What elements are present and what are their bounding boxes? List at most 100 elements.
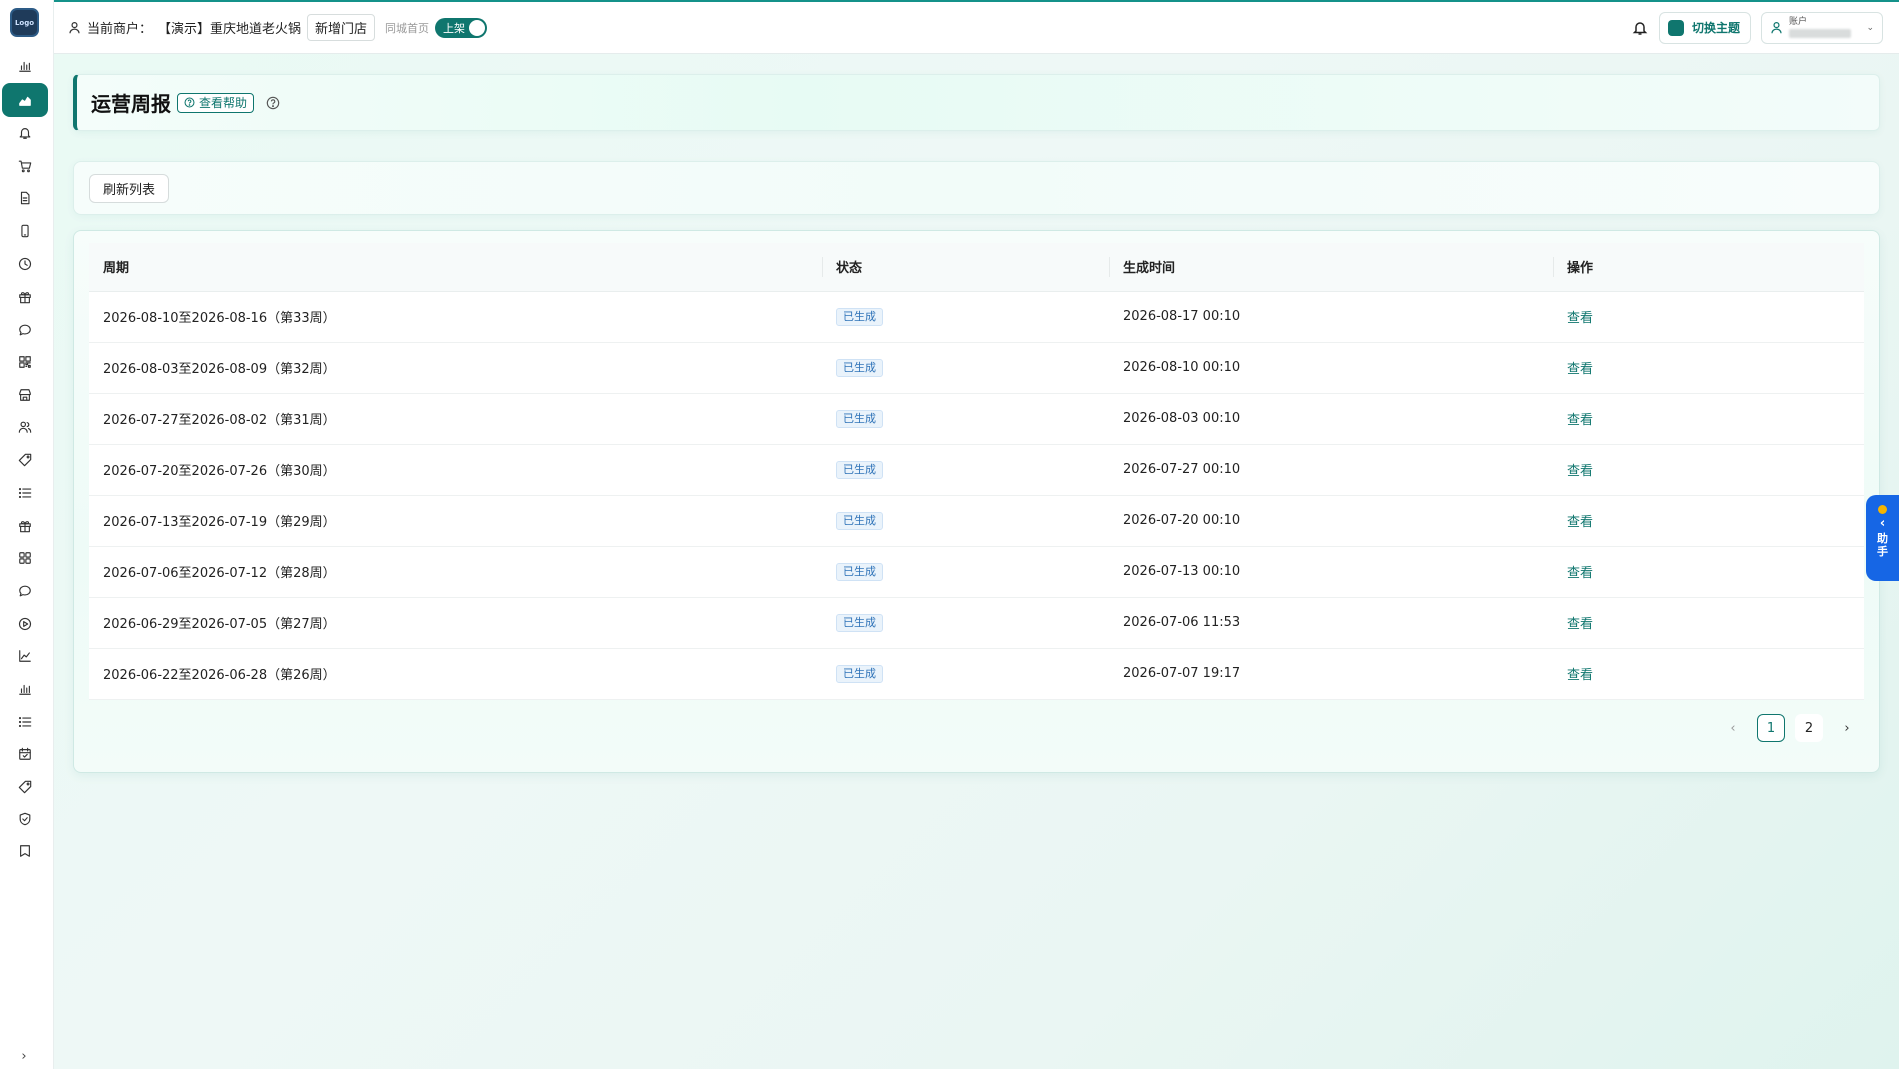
sidebar-item-4[interactable] xyxy=(2,149,48,183)
cell-period: 2026-07-13至2026-07-19（第29周） xyxy=(89,495,822,547)
cell-status: 已生成 xyxy=(822,495,1109,547)
sidebar-item-8[interactable] xyxy=(2,280,48,314)
assistant-tab[interactable]: ‹ 助手 xyxy=(1866,495,1899,581)
cell-period: 2026-08-10至2026-08-16（第33周） xyxy=(89,291,822,343)
grid-icon xyxy=(19,552,31,564)
line-chart-icon xyxy=(19,650,31,662)
table-row: 2026-08-03至2026-08-09（第32周） 已生成 2026-08-10… xyxy=(89,342,1864,394)
view-report-link[interactable]: 查看 xyxy=(1567,311,1593,326)
status-badge: 已生成 xyxy=(836,358,883,377)
view-report-link[interactable]: 查看 xyxy=(1567,566,1593,581)
table-row: 2026-07-13至2026-07-19（第29周） 已生成 2026-07-20… xyxy=(89,495,1864,547)
view-help-button[interactable]: 查看帮助 xyxy=(177,92,255,113)
sidebar-item-21[interactable] xyxy=(2,705,48,739)
switch-theme-button[interactable]: 切换主题 xyxy=(1658,11,1751,44)
sidebar-item-22[interactable] xyxy=(2,737,48,771)
list-icon xyxy=(18,716,32,728)
view-report-link[interactable]: 查看 xyxy=(1567,464,1593,479)
sidebar-collapse-button[interactable]: › xyxy=(14,1046,34,1066)
sidebar-item-2[interactable] xyxy=(2,83,48,117)
sidebar-item-20[interactable] xyxy=(2,672,48,706)
sidebar-item-3[interactable] xyxy=(2,116,48,150)
chevron-left-icon: ‹ xyxy=(1879,516,1886,531)
document-icon xyxy=(20,191,30,205)
clock-icon xyxy=(18,257,32,271)
sidebar-item-16[interactable] xyxy=(2,541,48,575)
column-header-period: 周期 xyxy=(89,243,822,292)
cell-generated-time: 2026-07-07 19:17 xyxy=(1109,648,1553,700)
area-chart-icon xyxy=(19,96,31,106)
account-dropdown[interactable]: 账户 ⌄ xyxy=(1761,11,1883,44)
sidebar-item-6[interactable] xyxy=(2,214,48,248)
sidebar-item-24[interactable] xyxy=(2,802,48,836)
sidebar-item-13[interactable] xyxy=(2,443,48,477)
status-badge: 已生成 xyxy=(836,460,883,479)
table-body: 2026-08-10至2026-08-16（第33周） 已生成 2026-08-17… xyxy=(89,291,1864,700)
cell-generated-time: 2026-07-20 00:10 xyxy=(1109,495,1553,547)
cell-period: 2026-07-20至2026-07-26（第30周） xyxy=(89,444,822,496)
pagination-prev-button[interactable]: ‹ xyxy=(1719,714,1747,742)
chat-icon xyxy=(19,324,31,336)
view-report-link[interactable]: 查看 xyxy=(1567,617,1593,632)
chevron-down-icon: ⌄ xyxy=(1866,22,1874,33)
status-badge: 已生成 xyxy=(836,511,883,530)
cell-status: 已生成 xyxy=(822,597,1109,649)
notification-button[interactable] xyxy=(1631,19,1649,37)
gift-icon xyxy=(19,521,31,533)
view-report-link[interactable]: 查看 xyxy=(1567,362,1593,377)
app-logo[interactable]: Logo xyxy=(10,8,39,37)
sidebar-item-7[interactable] xyxy=(2,247,48,281)
cell-action: 查看 xyxy=(1553,291,1864,343)
sidebar-item-1[interactable] xyxy=(2,49,48,83)
cell-status: 已生成 xyxy=(822,444,1109,496)
sidebar-item-17[interactable] xyxy=(2,574,48,608)
sidebar-item-15[interactable] xyxy=(2,509,48,543)
table-row: 2026-06-22至2026-06-28（第26周） 已生成 2026-07-07… xyxy=(89,648,1864,700)
page-header-card: 运营周报 查看帮助 xyxy=(73,74,1880,131)
toggle-knob xyxy=(469,19,486,36)
phone-icon xyxy=(21,224,29,238)
tag-icon xyxy=(18,453,32,467)
sidebar-item-12[interactable] xyxy=(2,410,48,444)
listing-toggle[interactable]: 上架 xyxy=(435,17,488,38)
toggle-label: 上架 xyxy=(443,21,466,35)
cell-period: 2026-07-27至2026-08-02（第31周） xyxy=(89,393,822,445)
pagination-page-1[interactable]: 1 xyxy=(1757,714,1785,742)
bell-icon xyxy=(19,128,31,139)
top-header: 当前商户： 【演示】重庆地道老火锅 新增门店 同城首页 上架 切换主题 账户 ⌄ xyxy=(54,0,1899,54)
sidebar-item-18[interactable] xyxy=(2,607,48,641)
account-name-redacted xyxy=(1789,28,1851,38)
cell-period: 2026-06-22至2026-06-28（第26周） xyxy=(89,648,822,700)
bookmark-icon xyxy=(20,845,30,857)
sidebar-item-10[interactable] xyxy=(2,345,48,379)
view-report-link[interactable]: 查看 xyxy=(1567,413,1593,428)
sidebar-item-11[interactable] xyxy=(2,378,48,412)
shield-icon xyxy=(19,812,31,826)
question-circle-icon[interactable] xyxy=(266,96,280,110)
sidebar-item-19[interactable] xyxy=(2,639,48,673)
table-row: 2026-07-20至2026-07-26（第30周） 已生成 2026-07-27… xyxy=(89,444,1864,496)
merchant-name[interactable]: 【演示】重庆地道老火锅 xyxy=(158,18,301,37)
qr-icon xyxy=(19,356,31,368)
cell-status: 已生成 xyxy=(822,393,1109,445)
table-header-row: 周期 状态 生成时间 操作 xyxy=(89,243,1864,292)
view-report-link[interactable]: 查看 xyxy=(1567,515,1593,530)
cell-period: 2026-06-29至2026-07-05（第27周） xyxy=(89,597,822,649)
view-report-link[interactable]: 查看 xyxy=(1567,668,1593,683)
theme-swatch xyxy=(1667,19,1684,36)
sidebar-item-9[interactable] xyxy=(2,313,48,347)
pagination: ‹ 1 2 › xyxy=(1719,714,1861,742)
sidebar-item-25[interactable] xyxy=(2,834,48,868)
cell-generated-time: 2026-07-27 00:10 xyxy=(1109,444,1553,496)
column-header-generated-time: 生成时间 xyxy=(1109,243,1553,292)
cell-generated-time: 2026-08-03 00:10 xyxy=(1109,393,1553,445)
cell-status: 已生成 xyxy=(822,648,1109,700)
pagination-next-button[interactable]: › xyxy=(1833,714,1861,742)
add-store-button[interactable]: 新增门店 xyxy=(307,14,376,41)
merchant-label: 当前商户： xyxy=(87,22,153,37)
sidebar-item-5[interactable] xyxy=(2,181,48,215)
sidebar-item-23[interactable] xyxy=(2,770,48,804)
sidebar-item-14[interactable] xyxy=(2,476,48,510)
pagination-page-2[interactable]: 2 xyxy=(1795,714,1823,742)
refresh-list-button[interactable]: 刷新列表 xyxy=(89,173,170,203)
